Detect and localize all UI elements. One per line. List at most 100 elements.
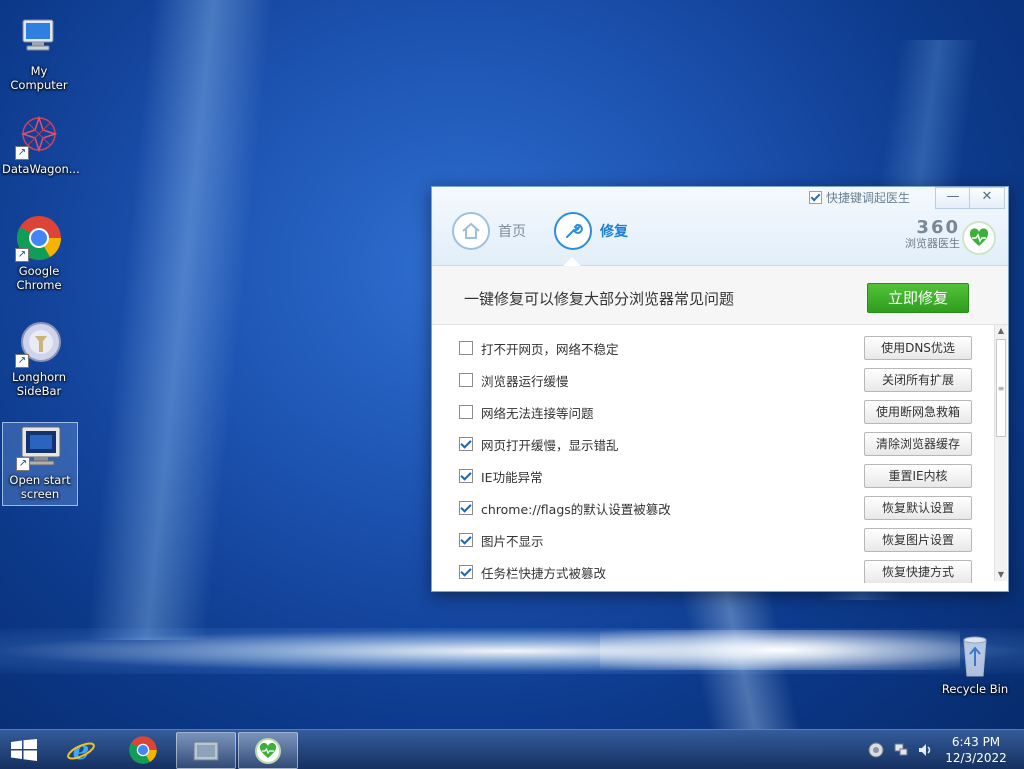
- item-label: 任务栏快捷方式被篡改: [481, 566, 607, 581]
- datawagon-icon: ↗: [15, 112, 63, 160]
- internet-explorer-icon: e: [67, 736, 95, 765]
- list-scrollbar[interactable]: ▲ ≡ ▼: [994, 325, 1007, 581]
- taskbar-internet-explorer[interactable]: e: [52, 732, 110, 767]
- brand-text: 浏览器医生: [905, 237, 960, 250]
- taskbar-app-window[interactable]: [176, 732, 236, 769]
- list-item: 浏览器运行缓慢 关闭所有扩展: [432, 365, 995, 397]
- taskbar: e 6:43 PM 12/3/2022: [0, 729, 1024, 769]
- item-action-button[interactable]: 使用断网急救箱: [864, 400, 972, 424]
- desktop-icon-google-chrome[interactable]: ↗ Google Chrome: [2, 214, 76, 292]
- desktop-icon-label: DataWagon...: [2, 162, 80, 176]
- desktop-icon-label: Longhorn SideBar: [12, 370, 66, 398]
- brand-number: 360: [916, 217, 960, 238]
- repair-item-list: 打不开网页，网络不稳定 使用DNS优选 浏览器运行缓慢 关闭所有扩展 网络无法连…: [432, 325, 995, 583]
- network-status-icon[interactable]: [868, 742, 884, 758]
- shortcut-arrow-icon: ↗: [15, 354, 29, 368]
- shortcut-arrow-icon: ↗: [15, 146, 29, 160]
- wrench-icon: [554, 212, 592, 250]
- fix-now-button[interactable]: 立即修复: [867, 283, 969, 313]
- item-checkbox[interactable]: [459, 501, 473, 515]
- tab-home[interactable]: 首页: [452, 211, 526, 251]
- desktop-icon-my-computer[interactable]: My Computer: [2, 14, 76, 92]
- close-button[interactable]: ✕: [969, 187, 1005, 209]
- desktop-icon-recycle-bin[interactable]: Recycle Bin: [938, 632, 1012, 696]
- item-checkbox[interactable]: [459, 533, 473, 547]
- banner-text: 一键修复可以修复大部分浏览器常见问题: [464, 290, 735, 308]
- list-item: 打不开网页，网络不稳定 使用DNS优选: [432, 333, 995, 365]
- shortcut-arrow-icon: ↗: [16, 457, 30, 471]
- wallpaper-light-streak: [86, 0, 274, 640]
- computer-icon: [15, 14, 63, 62]
- item-checkbox[interactable]: [459, 437, 473, 451]
- item-checkbox[interactable]: [459, 469, 473, 483]
- item-action-button[interactable]: 恢复默认设置: [864, 496, 972, 520]
- clock-date: 12/3/2022: [945, 751, 1007, 765]
- item-label: 网络无法连接等问题: [481, 406, 594, 421]
- sidebar-icon: ↗: [15, 320, 63, 368]
- heartbeat-icon: [255, 737, 281, 764]
- item-checkbox[interactable]: [459, 565, 473, 579]
- desktop-icon-open-start-screen[interactable]: ↗ Open start screen: [2, 422, 78, 506]
- list-item: 网页打开缓慢，显示错乱 清除浏览器缓存: [432, 429, 995, 461]
- item-action-button[interactable]: 恢复快捷方式: [864, 560, 972, 583]
- app-window-icon: [193, 741, 219, 760]
- list-item: 任务栏快捷方式被篡改 恢复快捷方式: [432, 557, 995, 583]
- desktop-icon-label: My Computer: [10, 64, 68, 92]
- desktop-icon-label: Open start screen: [9, 473, 71, 501]
- start-button[interactable]: [10, 739, 38, 761]
- volume-icon[interactable]: [917, 742, 933, 758]
- chrome-icon: ↗: [15, 214, 63, 262]
- scroll-down-icon[interactable]: ▼: [995, 569, 1007, 581]
- item-checkbox[interactable]: [459, 373, 473, 387]
- quick-launch-checkbox[interactable]: [809, 191, 822, 204]
- repair-banner: 一键修复可以修复大部分浏览器常见问题 立即修复: [432, 266, 1008, 325]
- chrome-icon: [129, 735, 157, 764]
- window-header: 快捷键调起医生 — ✕ 首页 修复 360 浏览器医生: [432, 187, 1008, 266]
- taskbar-chrome[interactable]: [114, 732, 172, 767]
- clock-time: 6:43 PM: [951, 735, 1001, 749]
- network-icon[interactable]: [893, 742, 909, 758]
- list-item: chrome://flags的默认设置被篡改 恢复默认设置: [432, 493, 995, 525]
- home-icon: [452, 212, 490, 250]
- scroll-thumb[interactable]: ≡: [996, 339, 1006, 437]
- tab-home-label: 首页: [498, 224, 526, 240]
- brand-logo: 360 浏览器医生: [896, 219, 960, 251]
- tab-repair[interactable]: 修复: [554, 211, 628, 251]
- desktop-icon-label: Google Chrome: [16, 264, 62, 292]
- item-action-button[interactable]: 使用DNS优选: [864, 336, 972, 360]
- heartbeat-icon: [962, 221, 996, 255]
- item-label: 打不开网页，网络不稳定: [481, 342, 619, 357]
- quick-launch-option[interactable]: 快捷键调起医生: [809, 189, 910, 206]
- desktop-icon-datawagon[interactable]: ↗ DataWagon...: [2, 112, 80, 176]
- item-checkbox[interactable]: [459, 341, 473, 355]
- wallpaper-horizon-glow: [600, 630, 960, 670]
- item-label: 网页打开缓慢，显示错乱: [481, 438, 619, 453]
- list-item: 图片不显示 恢复图片设置: [432, 525, 995, 557]
- quick-launch-label: 快捷键调起医生: [826, 191, 911, 205]
- item-label: 浏览器运行缓慢: [481, 374, 569, 389]
- item-label: IE功能异常: [481, 470, 543, 485]
- item-checkbox[interactable]: [459, 405, 473, 419]
- system-clock[interactable]: 6:43 PM 12/3/2022: [932, 734, 1020, 766]
- windows-logo-icon: [11, 739, 37, 761]
- active-tab-pointer: [563, 257, 581, 266]
- minimize-button[interactable]: —: [935, 187, 971, 209]
- svg-text:e: e: [73, 736, 90, 765]
- desktop-icon-longhorn-sidebar[interactable]: ↗ Longhorn SideBar: [2, 320, 76, 398]
- item-label: 图片不显示: [481, 534, 544, 549]
- list-item: 网络无法连接等问题 使用断网急救箱: [432, 397, 995, 429]
- shortcut-arrow-icon: ↗: [15, 248, 29, 262]
- list-item: IE功能异常 重置IE内核: [432, 461, 995, 493]
- browser-doctor-window: 快捷键调起医生 — ✕ 首页 修复 360 浏览器医生 一键修复可以修复大部分浏…: [431, 186, 1009, 592]
- monitor-icon: ↗: [16, 423, 64, 471]
- scroll-up-icon[interactable]: ▲: [995, 325, 1007, 337]
- tab-repair-label: 修复: [600, 224, 628, 240]
- item-action-button[interactable]: 恢复图片设置: [864, 528, 972, 552]
- item-label: chrome://flags的默认设置被篡改: [481, 502, 671, 517]
- taskbar-browser-doctor[interactable]: [238, 732, 298, 769]
- wallpaper-horizon-glow: [0, 628, 1024, 674]
- item-action-button[interactable]: 重置IE内核: [864, 464, 972, 488]
- desktop-icon-label: Recycle Bin: [941, 682, 1009, 696]
- item-action-button[interactable]: 清除浏览器缓存: [864, 432, 972, 456]
- item-action-button[interactable]: 关闭所有扩展: [864, 368, 972, 392]
